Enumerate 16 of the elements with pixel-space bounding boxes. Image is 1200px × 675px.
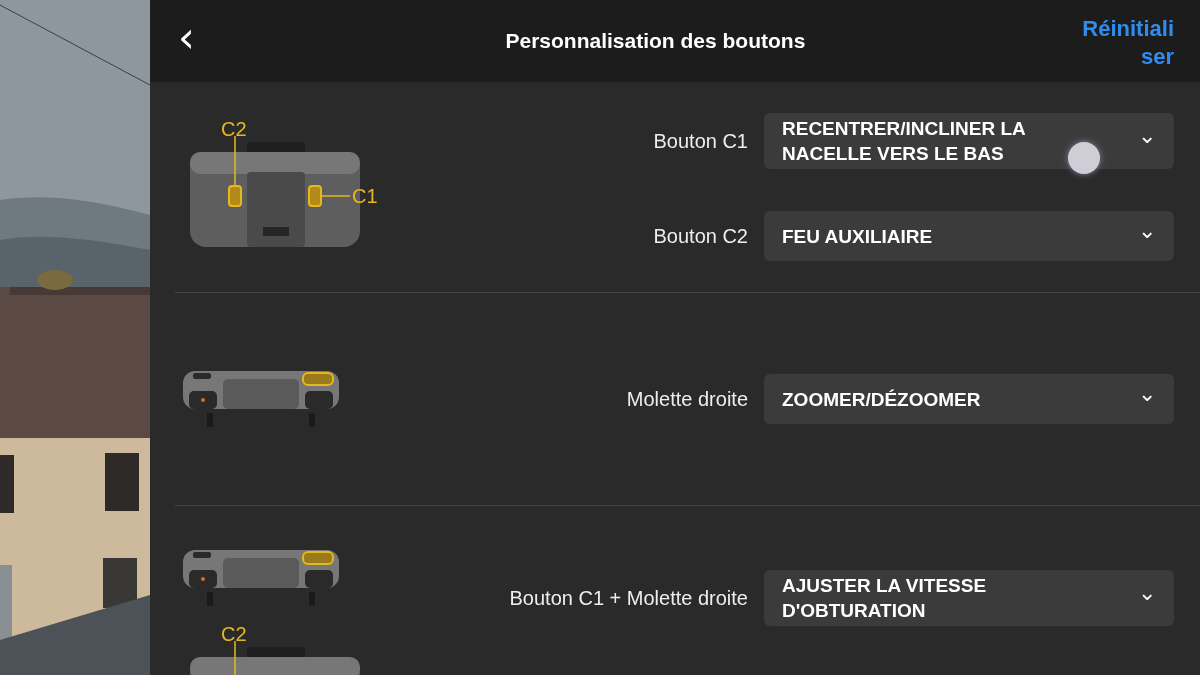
chevron-icon: ⌄ bbox=[1138, 383, 1156, 415]
controller-back-drawing: C2 bbox=[175, 627, 390, 675]
back-button[interactable]: ‹ bbox=[178, 17, 195, 65]
chevron-icon: ⌄ bbox=[1138, 125, 1156, 157]
reset-button[interactable]: Réinitialiser bbox=[1076, 15, 1174, 71]
setting-label: Bouton C2 bbox=[653, 224, 748, 248]
option-dropdown[interactable]: FEU AUXILIAIRE ⌄ bbox=[764, 211, 1174, 261]
setting-label: Bouton C1 + Molette droite bbox=[509, 586, 748, 610]
setting-label: Bouton C1 bbox=[653, 129, 748, 153]
option-dropdown[interactable]: RECENTRER/INCLINER LA NACELLE VERS LE BAS ⌄ bbox=[764, 113, 1174, 169]
option-dropdown[interactable]: ZOOMER/DÉZOOMER ⌄ bbox=[764, 374, 1174, 424]
chevron-icon: ⌄ bbox=[1138, 220, 1156, 252]
chevron-icon: ⌄ bbox=[1138, 582, 1156, 614]
option-dropdown[interactable]: AJUSTER LA VITESSE D'OBTURATION ⌄ bbox=[764, 570, 1174, 626]
page-title: Personnalisation des boutons bbox=[505, 29, 806, 53]
setting-label: Molette droite bbox=[626, 387, 748, 411]
